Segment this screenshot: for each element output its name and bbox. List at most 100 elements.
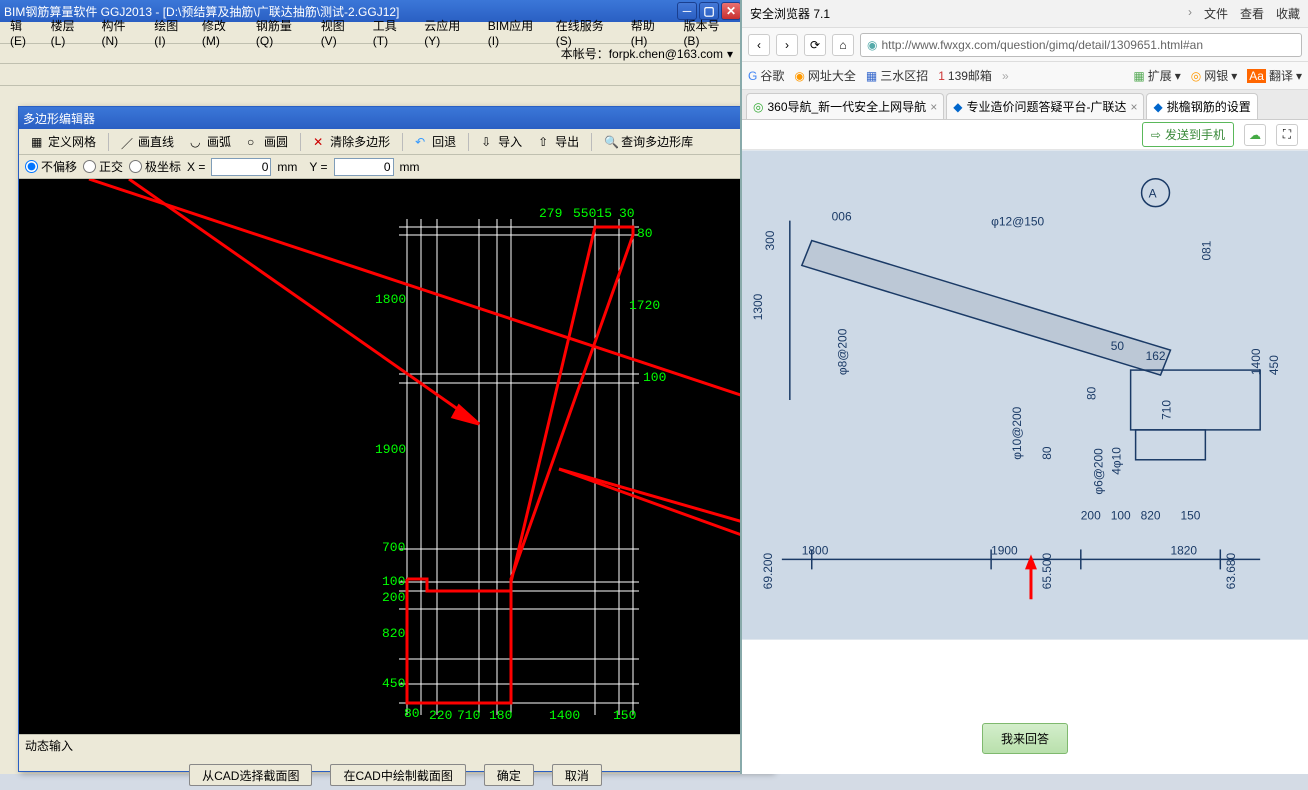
dim-bot6: 150 <box>613 708 636 723</box>
tool-define-grid[interactable]: ▦ 定义网格 <box>25 131 102 152</box>
menu-view[interactable]: 查看 <box>1240 5 1264 22</box>
menu-edit-frag[interactable]: 辑(E) <box>4 15 43 50</box>
menu-fav[interactable]: 收藏 <box>1276 5 1300 22</box>
tab-360nav[interactable]: ◎ 360导航_新一代安全上网导航 × <box>746 93 944 119</box>
app-toolbar <box>0 64 743 86</box>
dim-top2: 55015 <box>573 206 612 221</box>
grid-icon: ▦ <box>31 135 45 149</box>
menu-version[interactable]: 版本号(B) <box>677 15 739 50</box>
menu-file[interactable]: 文件 <box>1204 5 1228 22</box>
menu-component[interactable]: 构件(N) <box>96 15 147 50</box>
menu-bim[interactable]: BIM应用(I) <box>482 15 548 50</box>
y-input[interactable] <box>334 158 394 176</box>
nav-home-button[interactable]: ⌂ <box>832 34 854 56</box>
tab-icon: ◆ <box>953 100 962 114</box>
nav-back-button[interactable]: ‹ <box>748 34 770 56</box>
dim-left3: 700 <box>382 540 405 555</box>
menu-help[interactable]: 帮助(H) <box>625 15 676 50</box>
menu-draw[interactable]: 绘图(I) <box>148 15 194 50</box>
polygon-canvas[interactable]: 279 55015 30 80 1720 100 1800 1900 700 1… <box>19 179 772 734</box>
separator <box>108 133 109 151</box>
menu-modify[interactable]: 修改(M) <box>196 15 248 50</box>
menu-cloud[interactable]: 云应用(Y) <box>418 15 480 50</box>
tab-eaves-rebar[interactable]: ◆ 挑檐钢筋的设置 <box>1146 93 1257 119</box>
tool-clear-poly[interactable]: ✕ 清除多边形 <box>307 131 396 152</box>
svg-text:1800: 1800 <box>802 543 829 557</box>
dim-top1: 279 <box>539 206 562 221</box>
btn-expand[interactable]: ⛶ <box>1276 124 1298 146</box>
dim-bot2: 220 <box>429 708 452 723</box>
dialog-toolbar: ▦ 定义网格 ／ 画直线 ◡ 画弧 ○ 画圆 ✕ 清除多边形 ↶ 回退 ⇩ 导入 <box>19 129 772 155</box>
bk-google[interactable]: G谷歌 <box>748 67 784 84</box>
dim-left7: 450 <box>382 676 405 691</box>
svg-text:1820: 1820 <box>1170 543 1197 557</box>
tool-draw-line[interactable]: ／ 画直线 <box>115 131 180 152</box>
bk-sites[interactable]: ◉网址大全 <box>794 67 856 84</box>
radio-no-offset[interactable]: 不偏移 <box>25 158 77 175</box>
close-icon[interactable]: × <box>1130 100 1137 114</box>
svg-text:φ8@200: φ8@200 <box>836 328 850 375</box>
svg-text:710: 710 <box>1159 400 1173 420</box>
tool-export[interactable]: ⇧ 导出 <box>532 131 585 152</box>
btn-draw-cad[interactable]: 在CAD中绘制截面图 <box>330 764 465 786</box>
expand-icon: ⛶ <box>1283 127 1291 142</box>
browser-titlebar: 安全浏览器 7.1 › 文件 查看 收藏 <box>742 0 1308 28</box>
nav-reload-button[interactable]: ⟳ <box>804 34 826 56</box>
separator <box>591 133 592 151</box>
svg-text:1300: 1300 <box>751 293 765 320</box>
tool-draw-arc[interactable]: ◡ 画弧 <box>184 131 237 152</box>
btn-cloud[interactable]: ☁ <box>1244 124 1266 146</box>
dim-bot3: 710 <box>457 708 480 723</box>
tool-import[interactable]: ⇩ 导入 <box>475 131 528 152</box>
tab-qa-platform[interactable]: ◆ 专业造价问题答疑平台-广联达 × <box>946 93 1144 119</box>
x-input[interactable] <box>211 158 271 176</box>
separator <box>402 133 403 151</box>
svg-text:63.680: 63.680 <box>1224 552 1238 589</box>
svg-text:162: 162 <box>1146 349 1166 363</box>
dialog-subbar: 不偏移 正交 极坐标 X = mm Y = mm <box>19 155 772 179</box>
dialog-titlebar: 多边形编辑器 ✕ <box>19 107 772 129</box>
svg-text:69.200: 69.200 <box>761 552 775 589</box>
bk-ext[interactable]: ▦扩展▾ <box>1133 67 1180 84</box>
dynamic-input-row: 动态输入 <box>19 734 772 756</box>
browser-content: A 1300 300 006 φ12@150 081 1400 450 φ8@2… <box>742 150 1308 640</box>
bk-139mail[interactable]: 1139邮箱 <box>938 67 992 84</box>
bk-bank[interactable]: ◎网银▾ <box>1191 67 1238 84</box>
svg-text:φ12@150: φ12@150 <box>991 215 1044 229</box>
btn-ok[interactable]: 确定 <box>484 764 534 786</box>
bk-translate[interactable]: Aa翻译▾ <box>1247 67 1302 84</box>
svg-text:4φ10: 4φ10 <box>1110 447 1124 475</box>
page-toolbar: ⇨ 发送到手机 ☁ ⛶ <box>742 120 1308 150</box>
radio-ortho[interactable]: 正交 <box>83 158 123 175</box>
btn-cancel[interactable]: 取消 <box>552 764 602 786</box>
dim-left6: 820 <box>382 626 405 641</box>
svg-text:1900: 1900 <box>991 543 1018 557</box>
undo-icon: ↶ <box>415 135 429 149</box>
menu-view[interactable]: 视图(V) <box>315 15 365 50</box>
menu-rebar[interactable]: 钢筋量(Q) <box>250 15 313 50</box>
menu-tools[interactable]: 工具(T) <box>367 15 416 50</box>
answer-button[interactable]: 我来回答 <box>982 723 1068 754</box>
svg-text:150: 150 <box>1180 509 1200 523</box>
export-icon: ⇧ <box>538 135 552 149</box>
url-bar[interactable]: ◉ http://www.fwxgx.com/question/gimq/det… <box>860 33 1302 57</box>
radio-polar[interactable]: 极坐标 <box>129 158 181 175</box>
tool-draw-circle[interactable]: ○ 画圆 <box>241 131 294 152</box>
menu-floor[interactable]: 楼层(L) <box>45 15 94 50</box>
svg-text:80: 80 <box>1085 386 1099 400</box>
btn-send-to-phone[interactable]: ⇨ 发送到手机 <box>1142 122 1234 147</box>
close-icon[interactable]: × <box>930 100 937 114</box>
dim-left4: 100 <box>382 574 405 589</box>
circle-icon: ○ <box>247 135 261 149</box>
nav-fwd-button[interactable]: › <box>776 34 798 56</box>
tab-icon: ◎ <box>753 100 763 114</box>
dynamic-input-label: 动态输入 <box>25 737 73 754</box>
separator <box>468 133 469 151</box>
browser-navbar: ‹ › ⟳ ⌂ ◉ http://www.fwxgx.com/question/… <box>742 28 1308 62</box>
svg-text:200: 200 <box>1081 509 1101 523</box>
answer-row: 我来回答 <box>742 723 1308 754</box>
btn-select-cad[interactable]: 从CAD选择截面图 <box>189 764 312 786</box>
tool-query-lib[interactable]: 🔍 查询多边形库 <box>598 131 699 152</box>
bk-sanshui[interactable]: ▦三水区招 <box>866 67 928 84</box>
tool-undo[interactable]: ↶ 回退 <box>409 131 462 152</box>
